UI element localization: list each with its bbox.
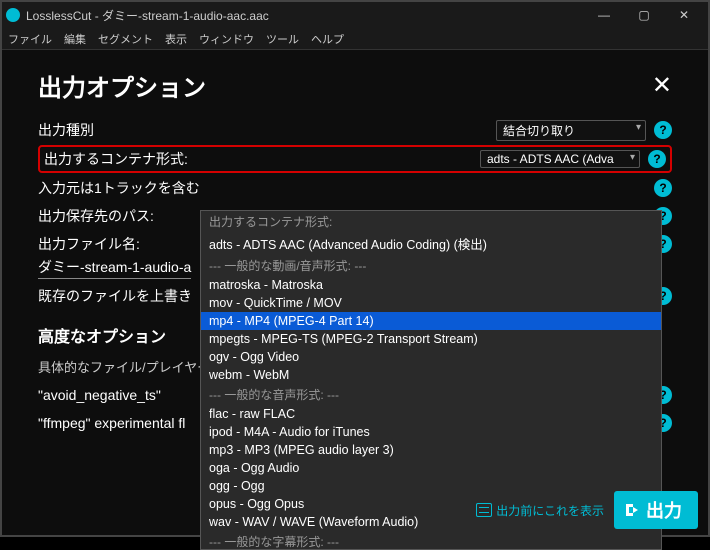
container-format-row: 出力するコンテナ形式: adts - ADTS AAC (Adva ? <box>38 145 672 173</box>
tracks-label: 入力元は1トラックを含む <box>38 178 200 198</box>
ffmpeg-experimental-label: "ffmpeg" experimental fl <box>38 415 185 431</box>
dropdown-item[interactable]: oga - Ogg Audio <box>201 459 661 477</box>
dropdown-item-selected[interactable]: mp4 - MP4 (MPEG-4 Part 14) <box>201 312 661 330</box>
dropdown-group-label: --- 一般的な音声形式: --- <box>201 384 661 405</box>
menu-file[interactable]: ファイル <box>8 31 52 47</box>
filename-label: 出力ファイル名: <box>38 234 140 254</box>
avoid-negative-ts-label: "avoid_negative_ts" <box>38 387 161 403</box>
dropdown-item[interactable]: webm - WebM <box>201 366 661 384</box>
dropdown-group-label: --- 一般的な動画/音声形式: --- <box>201 255 661 276</box>
menu-edit[interactable]: 編集 <box>64 31 86 47</box>
menu-help[interactable]: ヘルプ <box>311 31 344 47</box>
save-path-label: 出力保存先のパス: <box>38 206 154 226</box>
dropdown-item[interactable]: mp3 - MP3 (MPEG audio layer 3) <box>201 441 661 459</box>
close-window-button[interactable]: ✕ <box>664 2 704 28</box>
menu-tools[interactable]: ツール <box>266 31 299 47</box>
dialog-title: 出力オプション <box>38 68 206 103</box>
help-icon[interactable]: ? <box>654 179 672 197</box>
export-options-dialog: 出力オプション ✕ 出力種別 結合切り取り ? 出力するコンテナ形式: adts… <box>2 50 708 535</box>
dropdown-group-label: 出力するコンテナ形式: <box>201 211 661 232</box>
show-before-label: 出力前にこれを表示 <box>496 502 604 519</box>
dropdown-item[interactable]: ogv - Ogg Video <box>201 348 661 366</box>
titlebar: LosslessCut - ダミー-stream-1-audio-aac.aac… <box>2 2 708 28</box>
dropdown-item[interactable]: matroska - Matroska <box>201 276 661 294</box>
window-controls: — ▢ ✕ <box>584 2 704 28</box>
overwrite-label: 既存のファイルを上書き <box>38 286 192 306</box>
dropdown-item[interactable]: mov - QuickTime / MOV <box>201 294 661 312</box>
output-type-label: 出力種別 <box>38 120 94 140</box>
minimize-button[interactable]: — <box>584 2 624 28</box>
output-type-select[interactable]: 結合切り取り <box>496 120 646 141</box>
dropdown-item[interactable]: flac - raw FLAC <box>201 405 661 423</box>
export-button-label: 出力 <box>646 497 682 523</box>
footer-bar: 出力前にこれを表示 出力 <box>476 491 698 529</box>
dropdown-group-label: --- 一般的な字幕形式: --- <box>201 531 661 550</box>
list-icon <box>476 503 492 517</box>
help-icon[interactable]: ? <box>648 150 666 168</box>
show-before-export-toggle[interactable]: 出力前にこれを表示 <box>476 502 604 519</box>
app-icon <box>6 8 20 22</box>
dropdown-item[interactable]: ipod - M4A - Audio for iTunes <box>201 423 661 441</box>
menu-view[interactable]: 表示 <box>165 31 187 47</box>
menu-window[interactable]: ウィンドウ <box>199 31 254 47</box>
dropdown-item[interactable]: adts - ADTS AAC (Advanced Audio Coding) … <box>201 232 661 255</box>
help-icon[interactable]: ? <box>654 121 672 139</box>
output-filename[interactable]: ダミー-stream-1-audio-a <box>38 257 191 279</box>
container-format-label: 出力するコンテナ形式: <box>44 149 188 169</box>
menubar: ファイル 編集 セグメント 表示 ウィンドウ ツール ヘルプ <box>2 28 708 50</box>
export-icon <box>624 502 640 518</box>
maximize-button[interactable]: ▢ <box>624 2 664 28</box>
menu-segment[interactable]: セグメント <box>98 31 153 47</box>
close-icon[interactable]: ✕ <box>652 71 672 100</box>
window-title: LosslessCut - ダミー-stream-1-audio-aac.aac <box>26 7 269 24</box>
export-button[interactable]: 出力 <box>614 491 698 529</box>
dropdown-item[interactable]: mpegts - MPEG-TS (MPEG-2 Transport Strea… <box>201 330 661 348</box>
container-format-select[interactable]: adts - ADTS AAC (Adva <box>480 150 640 168</box>
